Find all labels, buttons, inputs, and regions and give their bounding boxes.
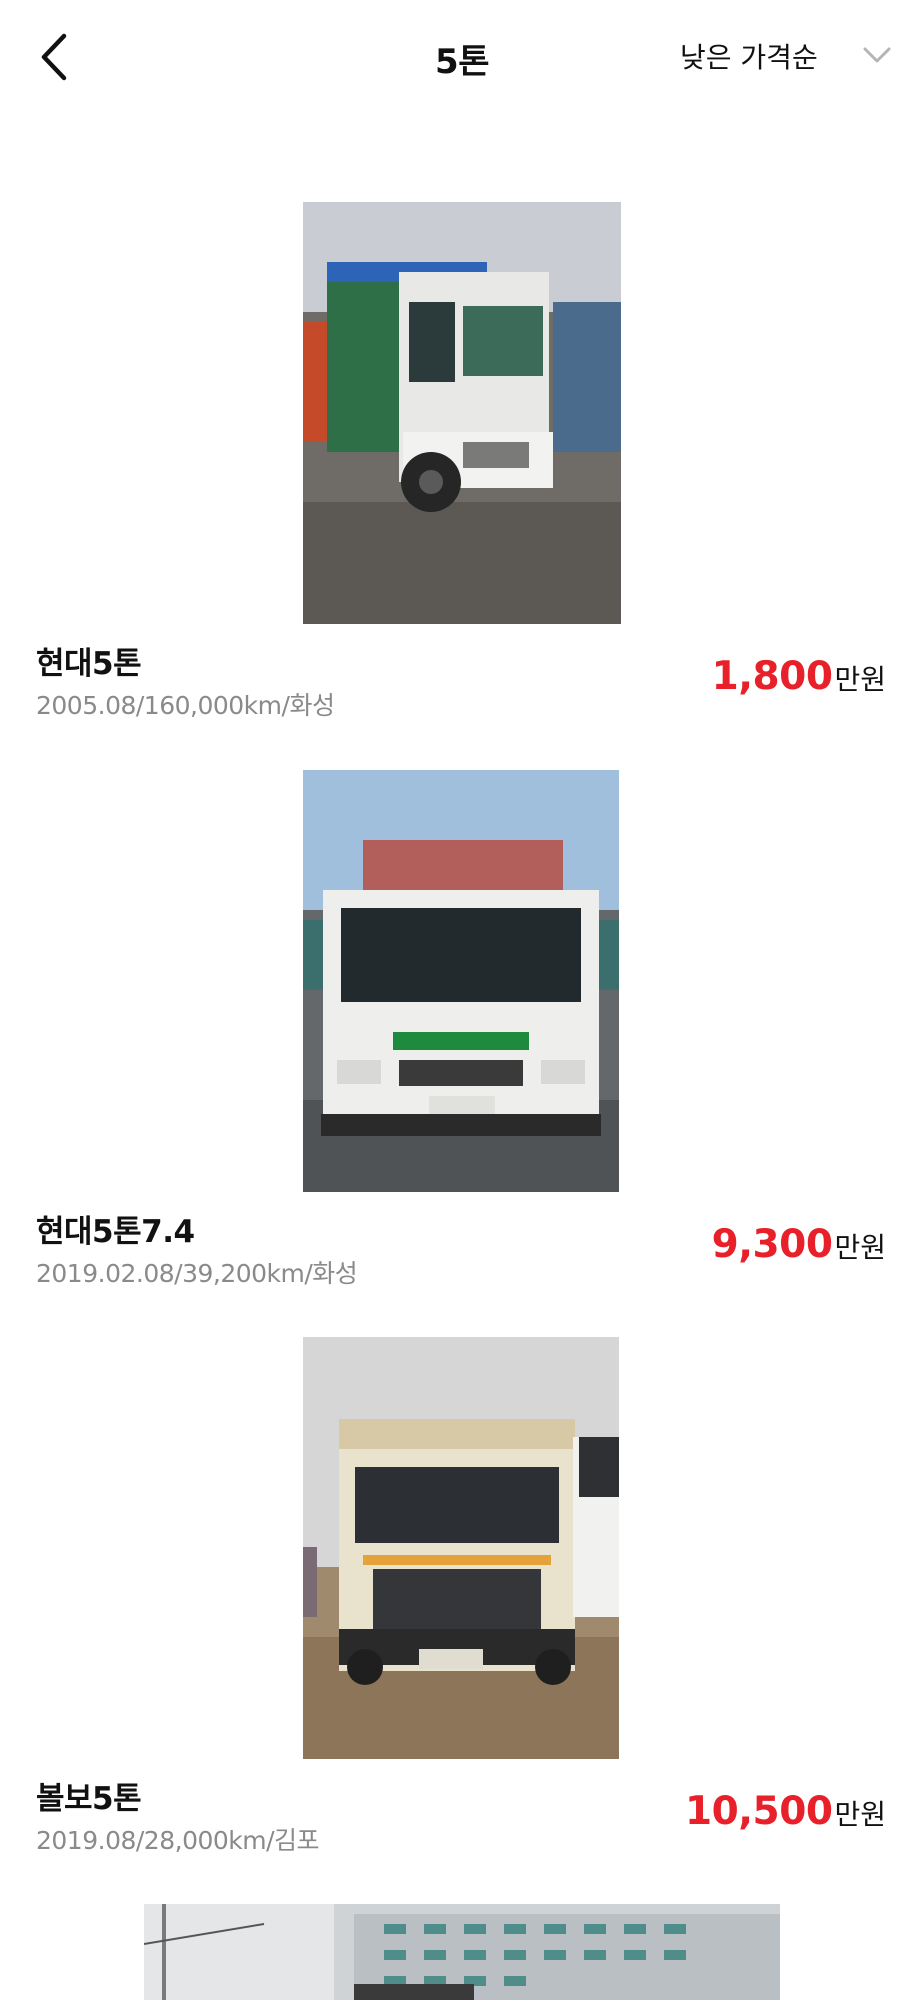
price-value: 10,500 <box>684 1789 833 1834</box>
truck-photo-image <box>303 1337 619 1759</box>
listing-card[interactable]: 현대5톤7.4 2019.02.08/39,200km/화성 9,300만원 <box>0 770 924 1336</box>
truck-photo-image <box>144 1904 780 2000</box>
listing-title: 현대5톤 <box>36 646 142 682</box>
listing-meta: 2019.08/28,000km/김포 <box>36 1826 320 1855</box>
listing-meta: 2019.02.08/39,200km/화성 <box>36 1259 358 1288</box>
listing-price: 9,300만원 <box>712 1222 886 1267</box>
sort-dropdown[interactable]: 낮은 가격순 <box>676 34 896 78</box>
truck-photo-image <box>303 202 621 624</box>
listing-title: 볼보5톤 <box>36 1781 142 1817</box>
price-unit: 만원 <box>834 663 886 696</box>
price-value: 1,800 <box>711 654 833 699</box>
listing-price: 1,800만원 <box>712 654 886 699</box>
truck-photo[interactable] <box>144 1904 780 2000</box>
sort-label: 낮은 가격순 <box>680 41 818 74</box>
truck-photo-image <box>303 770 619 1192</box>
truck-photo[interactable] <box>303 1337 619 1759</box>
truck-photo[interactable] <box>303 202 621 624</box>
price-value: 9,300 <box>711 1222 833 1267</box>
top-bar: 5톤 낮은 가격순 <box>0 0 924 118</box>
listing-card[interactable]: 볼보5톤 2019.08/28,000km/김포 10,500만원 <box>0 1337 924 1903</box>
price-unit: 만원 <box>834 1798 886 1831</box>
truck-photo[interactable] <box>303 770 619 1192</box>
listing-title: 현대5톤7.4 <box>36 1214 195 1250</box>
listing-meta: 2005.08/160,000km/화성 <box>36 691 335 720</box>
chevron-down-icon <box>863 47 891 63</box>
listing-card[interactable]: 현대5톤 2005.08/160,000km/화성 1,800만원 <box>0 202 924 768</box>
listing-card[interactable] <box>0 1904 924 2000</box>
listing-price: 10,500만원 <box>685 1789 886 1834</box>
price-unit: 만원 <box>834 1231 886 1264</box>
